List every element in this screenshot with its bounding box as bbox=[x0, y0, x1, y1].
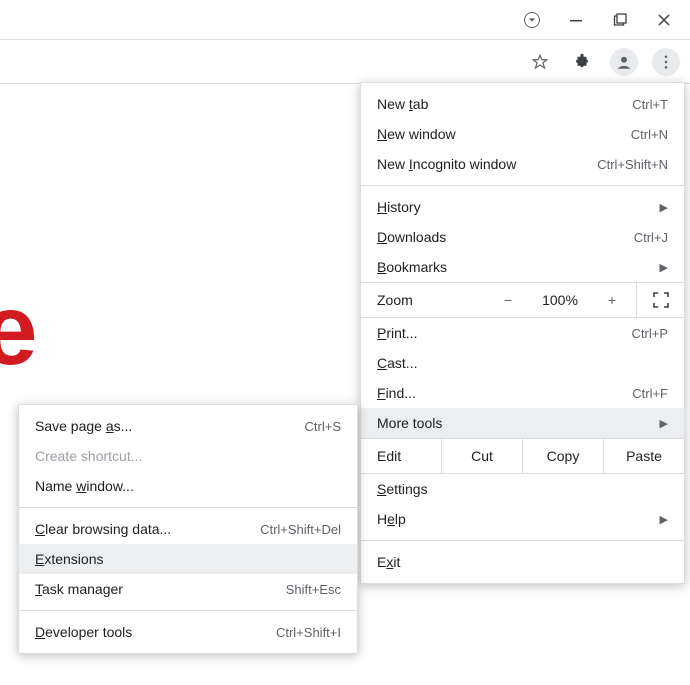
fullscreen-button[interactable] bbox=[636, 283, 684, 317]
menu-separator bbox=[19, 610, 357, 611]
menu-item-label: Bookmarks bbox=[377, 259, 652, 275]
menu-zoom-row: Zoom − 100% + bbox=[361, 282, 684, 318]
submenu-developer-tools[interactable]: Developer tools Ctrl+Shift+I bbox=[19, 617, 357, 647]
menu-item-shortcut: Ctrl+J bbox=[634, 230, 668, 245]
menu-cast[interactable]: Cast... bbox=[361, 348, 684, 378]
menu-more-tools[interactable]: More tools ▶ bbox=[361, 408, 684, 438]
menu-item-label: History bbox=[377, 199, 652, 215]
menu-edit-row: Edit Cut Copy Paste bbox=[361, 438, 684, 474]
menu-item-label: Save page as... bbox=[35, 418, 297, 434]
menu-item-shortcut: Ctrl+F bbox=[632, 386, 668, 401]
menu-exit[interactable]: Exit bbox=[361, 547, 684, 577]
window-maximize-button[interactable] bbox=[598, 3, 642, 37]
menu-item-label: Developer tools bbox=[35, 624, 268, 640]
window-titlebar bbox=[0, 0, 690, 40]
menu-item-shortcut: Ctrl+Shift+I bbox=[276, 625, 341, 640]
menu-settings[interactable]: Settings bbox=[361, 474, 684, 504]
main-menu: New tab Ctrl+T New window Ctrl+N New Inc… bbox=[360, 82, 685, 584]
submenu-name-window[interactable]: Name window... bbox=[19, 471, 357, 501]
menu-new-tab[interactable]: New tab Ctrl+T bbox=[361, 89, 684, 119]
menu-item-label: New window bbox=[377, 126, 623, 142]
menu-separator bbox=[361, 540, 684, 541]
submenu-arrow-icon: ▶ bbox=[660, 513, 668, 526]
menu-item-shortcut: Ctrl+Shift+N bbox=[597, 157, 668, 172]
browser-toolbar bbox=[0, 40, 690, 84]
menu-downloads[interactable]: Downloads Ctrl+J bbox=[361, 222, 684, 252]
menu-item-label: Cast... bbox=[377, 355, 668, 371]
menu-item-label: Help bbox=[377, 511, 652, 527]
menu-item-shortcut: Ctrl+Shift+Del bbox=[260, 522, 341, 537]
cut-button[interactable]: Cut bbox=[441, 439, 522, 473]
menu-print[interactable]: Print... Ctrl+P bbox=[361, 318, 684, 348]
zoom-label: Zoom bbox=[377, 292, 484, 308]
menu-item-label: New Incognito window bbox=[377, 156, 589, 172]
zoom-in-button[interactable]: + bbox=[588, 292, 636, 308]
menu-item-label: Extensions bbox=[35, 551, 341, 567]
browser-logo: e bbox=[0, 300, 45, 370]
menu-item-label: Exit bbox=[377, 554, 668, 570]
menu-item-label: Downloads bbox=[377, 229, 626, 245]
zoom-out-button[interactable]: − bbox=[484, 292, 532, 308]
profile-avatar-icon[interactable] bbox=[610, 48, 638, 76]
menu-item-label: Name window... bbox=[35, 478, 341, 494]
menu-separator bbox=[361, 185, 684, 186]
menu-new-window[interactable]: New window Ctrl+N bbox=[361, 119, 684, 149]
menu-item-label: Task manager bbox=[35, 581, 278, 597]
submenu-arrow-icon: ▶ bbox=[660, 261, 668, 274]
submenu-extensions[interactable]: Extensions bbox=[19, 544, 357, 574]
menu-help[interactable]: Help ▶ bbox=[361, 504, 684, 534]
submenu-clear-browsing[interactable]: Clear browsing data... Ctrl+Shift+Del bbox=[19, 514, 357, 544]
menu-item-label: Find... bbox=[377, 385, 624, 401]
window-minimize-button[interactable] bbox=[554, 3, 598, 37]
window-close-button[interactable] bbox=[642, 3, 686, 37]
paste-button[interactable]: Paste bbox=[603, 439, 684, 473]
edit-label: Edit bbox=[361, 448, 441, 464]
menu-item-label: Settings bbox=[377, 481, 668, 497]
menu-item-label: Create shortcut... bbox=[35, 448, 341, 464]
dropdown-indicator-icon[interactable] bbox=[510, 3, 554, 37]
menu-history[interactable]: History ▶ bbox=[361, 192, 684, 222]
submenu-save-page[interactable]: Save page as... Ctrl+S bbox=[19, 411, 357, 441]
menu-find[interactable]: Find... Ctrl+F bbox=[361, 378, 684, 408]
submenu-task-manager[interactable]: Task manager Shift+Esc bbox=[19, 574, 357, 604]
menu-item-shortcut: Shift+Esc bbox=[286, 582, 341, 597]
menu-item-label: New tab bbox=[377, 96, 624, 112]
extensions-puzzle-icon[interactable] bbox=[568, 48, 596, 76]
copy-button[interactable]: Copy bbox=[522, 439, 603, 473]
submenu-arrow-icon: ▶ bbox=[660, 201, 668, 214]
menu-separator bbox=[19, 507, 357, 508]
bookmark-star-icon[interactable] bbox=[526, 48, 554, 76]
menu-item-shortcut: Ctrl+T bbox=[632, 97, 668, 112]
menu-item-label: More tools bbox=[377, 415, 652, 431]
menu-bookmarks[interactable]: Bookmarks ▶ bbox=[361, 252, 684, 282]
zoom-level: 100% bbox=[532, 292, 588, 308]
more-menu-icon[interactable] bbox=[652, 48, 680, 76]
menu-new-incognito[interactable]: New Incognito window Ctrl+Shift+N bbox=[361, 149, 684, 179]
submenu-create-shortcut: Create shortcut... bbox=[19, 441, 357, 471]
menu-item-shortcut: Ctrl+S bbox=[305, 419, 341, 434]
menu-item-label: Clear browsing data... bbox=[35, 521, 252, 537]
more-tools-submenu: Save page as... Ctrl+S Create shortcut..… bbox=[18, 404, 358, 654]
menu-item-shortcut: Ctrl+P bbox=[632, 326, 668, 341]
menu-item-label: Print... bbox=[377, 325, 624, 341]
menu-item-shortcut: Ctrl+N bbox=[631, 127, 668, 142]
submenu-arrow-icon: ▶ bbox=[660, 417, 668, 430]
